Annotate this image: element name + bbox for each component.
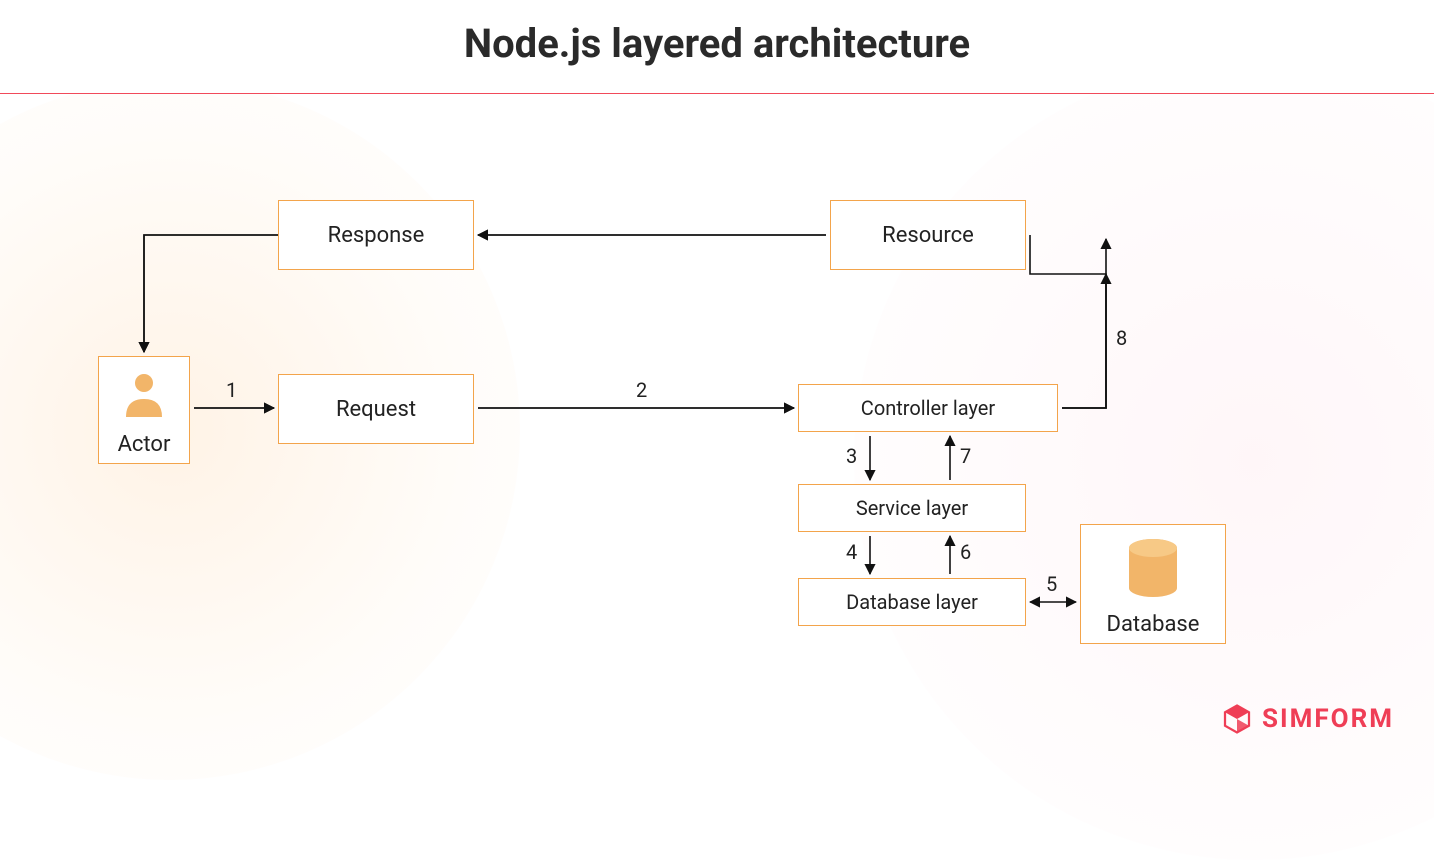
- arrows-layer-2: [0, 84, 1434, 758]
- edge-label-6: 6: [960, 540, 971, 564]
- edge-label-7: 7: [960, 444, 971, 468]
- simform-logo-icon: [1222, 704, 1252, 734]
- diagram-canvas: 1 2 3 4 5 6 7 8 Actor Response Request R…: [0, 84, 1434, 758]
- edge-label-2: 2: [636, 378, 647, 402]
- edge-label-8: 8: [1116, 326, 1127, 350]
- page-title: Node.js layered architecture: [0, 20, 1434, 67]
- brand-logo: SIMFORM: [1222, 704, 1394, 734]
- title-bar: Node.js layered architecture: [0, 0, 1434, 94]
- edge-label-5: 5: [1046, 572, 1057, 596]
- edge-8: [1062, 274, 1106, 408]
- brand-name: SIMFORM: [1262, 704, 1394, 734]
- edge-label-1: 1: [226, 378, 237, 402]
- edge-response-to-actor: [144, 235, 278, 352]
- edge-label-4: 4: [846, 540, 857, 564]
- edge-label-3: 3: [846, 444, 857, 468]
